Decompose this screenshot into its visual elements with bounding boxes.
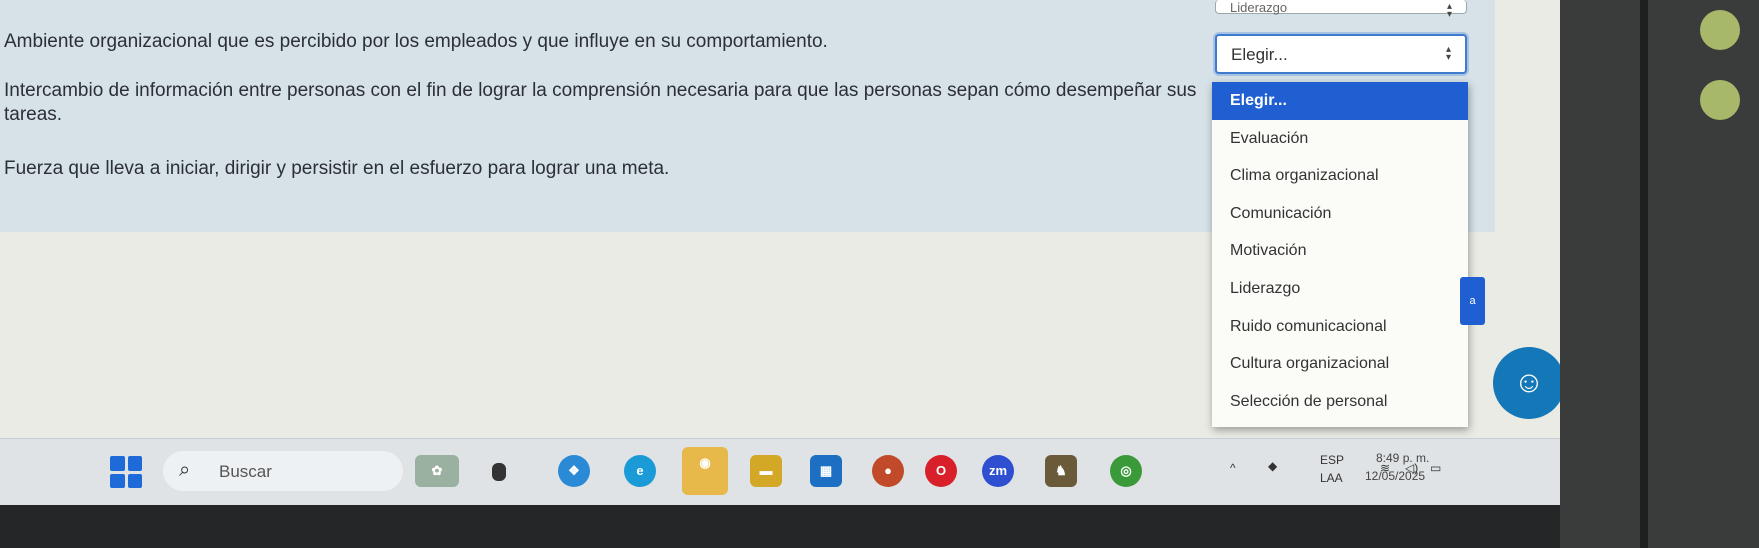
answer-select-2-value: Elegir... [1231, 45, 1288, 64]
question-2-text: Intercambio de información entre persona… [4, 80, 1197, 125]
app-tray-icon[interactable]: ◆ [1268, 459, 1277, 473]
option-liderazgo[interactable]: Liderazgo [1212, 270, 1468, 308]
option-cultura-organizacional[interactable]: Cultura organizacional [1212, 345, 1468, 383]
option-motivacion[interactable]: Motivación [1212, 232, 1468, 270]
search-placeholder: Buscar [219, 462, 272, 481]
answer-select-1[interactable]: Liderazgo ▴ ▾ [1215, 0, 1467, 20]
store-icon[interactable]: ◉ [682, 447, 728, 495]
option-seleccion-de-personal[interactable]: Selección de personal [1212, 383, 1468, 421]
chrome-icon[interactable]: ◎ [1110, 455, 1142, 487]
chevron-up-icon[interactable]: ^ [1230, 461, 1236, 475]
answer-select-2[interactable]: Elegir... ▴ ▾ [1215, 34, 1467, 74]
assistant-icon[interactable]: ☺ [1493, 347, 1560, 419]
chevron-updown-icon: ▴ ▾ [1446, 1, 1452, 20]
side-tab-button[interactable]: a [1460, 277, 1485, 325]
option-comunicacion[interactable]: Comunicación [1212, 195, 1468, 233]
monitor-bezel-right [1560, 0, 1759, 548]
answer-select-1-value: Liderazgo [1230, 0, 1288, 15]
copilot-icon[interactable]: ❖ [558, 455, 590, 487]
option-elegir[interactable]: Elegir... [1212, 82, 1468, 120]
battery-icon[interactable]: ▭ [1430, 461, 1441, 475]
decorative-circle [1700, 10, 1740, 50]
windows-start-icon[interactable] [110, 456, 142, 488]
opera-icon[interactable]: O [925, 455, 957, 487]
keyboard-layout[interactable]: LAA [1320, 471, 1343, 485]
clock-time[interactable]: 8:49 p. m. [1376, 451, 1429, 465]
taskbar-search[interactable]: ⌕ Buscar [163, 451, 403, 491]
option-evaluacion[interactable]: Evaluación [1212, 120, 1468, 158]
decorative-circle [1700, 80, 1740, 120]
taskbar: ⌕ Buscar ✿ ❖ e ◉ ▬ ▦ ● O zm ♞ ◎ ^ ◆ ESP … [0, 438, 1560, 505]
clock-date[interactable]: 12/05/2025 [1365, 469, 1425, 483]
monitor-bezel-bottom [0, 505, 1560, 548]
file-explorer-icon[interactable] [492, 463, 506, 481]
option-ruido-comunicacional[interactable]: Ruido comunicacional [1212, 308, 1468, 346]
folder-icon[interactable]: ▬ [750, 455, 782, 487]
screen: Ambiente organizacional que es percibido… [0, 0, 1560, 505]
zoom-icon[interactable]: zm [982, 455, 1014, 487]
calendar-icon[interactable]: ▦ [810, 455, 842, 487]
app-icon[interactable]: ● [872, 455, 904, 487]
bezel-edge [1640, 0, 1648, 548]
question-3-text: Fuerza que lleva a iniciar, dirigir y pe… [4, 158, 670, 179]
question-1-text: Ambiente organizacional que es percibido… [4, 31, 828, 52]
widgets-icon[interactable]: ✿ [415, 455, 459, 487]
chevron-updown-icon: ▴ ▾ [1445, 44, 1451, 63]
option-clima-organizacional[interactable]: Clima organizacional [1212, 157, 1468, 195]
edge-icon[interactable]: e [624, 455, 656, 487]
game-icon[interactable]: ♞ [1045, 455, 1077, 487]
language-code[interactable]: ESP [1320, 453, 1344, 467]
search-icon: ⌕ [179, 459, 191, 481]
dropdown-options-list: Elegir... Evaluación Clima organizaciona… [1212, 82, 1468, 427]
